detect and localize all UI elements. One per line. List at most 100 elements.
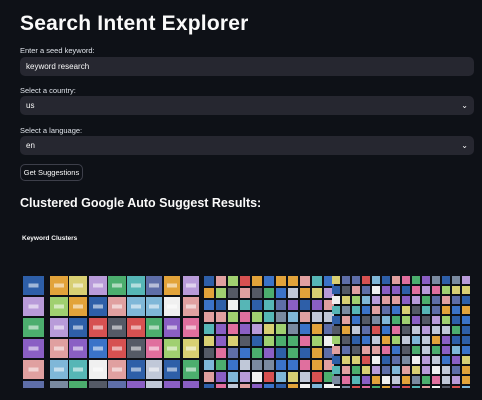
treemap-tile[interactable]	[228, 288, 238, 298]
treemap-tile[interactable]	[228, 300, 238, 310]
treemap-tile[interactable]	[264, 336, 274, 346]
treemap-tile[interactable]	[332, 386, 340, 388]
treemap-tile[interactable]	[300, 336, 310, 346]
treemap-tile[interactable]	[264, 372, 274, 382]
treemap-tile[interactable]	[204, 360, 214, 370]
treemap-tile[interactable]	[352, 376, 360, 384]
treemap-tile[interactable]	[228, 360, 238, 370]
treemap-tile[interactable]	[432, 366, 440, 374]
treemap-tile[interactable]	[352, 296, 360, 304]
treemap-tile[interactable]	[362, 366, 370, 374]
treemap-tile[interactable]	[352, 306, 360, 314]
treemap-tile[interactable]	[276, 336, 286, 346]
treemap-tile[interactable]	[402, 366, 410, 374]
treemap-tile[interactable]	[422, 376, 430, 384]
treemap-tile[interactable]	[362, 356, 370, 364]
treemap-tile[interactable]	[288, 336, 298, 346]
treemap-tile[interactable]	[204, 384, 214, 388]
treemap-tile[interactable]	[412, 386, 420, 388]
treemap-tile[interactable]	[216, 372, 226, 382]
treemap-tile[interactable]	[392, 326, 400, 334]
treemap-tile[interactable]	[392, 356, 400, 364]
treemap-tile[interactable]	[402, 316, 410, 324]
treemap-tile[interactable]	[442, 336, 450, 344]
country-select[interactable]: us ⌄	[20, 96, 474, 115]
treemap-tile[interactable]	[452, 296, 460, 304]
treemap-tile[interactable]	[452, 346, 460, 354]
treemap-tile[interactable]	[252, 336, 262, 346]
treemap-tile[interactable]	[352, 356, 360, 364]
treemap-tile[interactable]	[462, 346, 470, 354]
treemap-tile[interactable]	[402, 376, 410, 384]
treemap-tile[interactable]	[240, 348, 250, 358]
treemap-tile[interactable]	[342, 326, 350, 334]
treemap-tile[interactable]	[362, 306, 370, 314]
treemap-tile[interactable]	[352, 316, 360, 324]
treemap-tile[interactable]	[362, 346, 370, 354]
treemap-tile[interactable]	[312, 324, 322, 334]
treemap-tile[interactable]	[452, 336, 460, 344]
treemap-tile[interactable]	[288, 384, 298, 388]
treemap-tile[interactable]	[204, 336, 214, 346]
treemap-tile[interactable]	[332, 336, 340, 344]
language-select[interactable]: en ⌄	[20, 136, 474, 155]
treemap-tile[interactable]	[240, 384, 250, 388]
treemap-tile[interactable]	[412, 316, 420, 324]
get-suggestions-button[interactable]: Get Suggestions	[20, 164, 83, 181]
treemap-tile[interactable]	[382, 316, 390, 324]
treemap-tile[interactable]	[412, 326, 420, 334]
treemap-tile[interactable]	[392, 366, 400, 374]
treemap-tile[interactable]	[312, 312, 322, 322]
treemap-tile[interactable]	[216, 300, 226, 310]
treemap-tile[interactable]	[264, 360, 274, 370]
treemap-tile[interactable]	[342, 336, 350, 344]
treemap-tile[interactable]	[300, 372, 310, 382]
treemap-tile[interactable]	[276, 288, 286, 298]
treemap-tile[interactable]	[204, 348, 214, 358]
treemap-tile[interactable]	[422, 346, 430, 354]
treemap-tile[interactable]	[382, 346, 390, 354]
treemap-tile[interactable]	[442, 306, 450, 314]
treemap-tile[interactable]	[69, 381, 87, 388]
treemap-tile[interactable]	[422, 386, 430, 388]
treemap-tile[interactable]	[402, 276, 410, 284]
treemap-tile[interactable]	[362, 286, 370, 294]
treemap-tile[interactable]	[300, 276, 310, 286]
treemap-tile[interactable]	[216, 384, 226, 388]
treemap-tile[interactable]	[432, 356, 440, 364]
treemap-tile[interactable]	[288, 276, 298, 286]
treemap-tile[interactable]	[392, 346, 400, 354]
treemap-tile[interactable]	[264, 312, 274, 322]
treemap-tile[interactable]	[240, 324, 250, 334]
treemap-tile[interactable]	[204, 372, 214, 382]
treemap-tile[interactable]	[288, 300, 298, 310]
treemap-tile[interactable]	[252, 300, 262, 310]
treemap-tile[interactable]	[312, 372, 322, 382]
treemap-tile[interactable]	[462, 286, 470, 294]
treemap-tile[interactable]	[240, 300, 250, 310]
treemap-tile[interactable]	[452, 376, 460, 384]
treemap-tile[interactable]	[362, 376, 370, 384]
treemap-tile[interactable]	[412, 286, 420, 294]
treemap-tile[interactable]	[452, 326, 460, 334]
treemap-tile[interactable]	[216, 312, 226, 322]
treemap-tile[interactable]	[332, 286, 340, 294]
treemap-tile[interactable]	[402, 336, 410, 344]
treemap-tile[interactable]	[276, 360, 286, 370]
treemap-tile[interactable]	[288, 348, 298, 358]
treemap-tile[interactable]	[240, 372, 250, 382]
treemap-tile[interactable]	[422, 366, 430, 374]
treemap-tile[interactable]	[392, 386, 400, 388]
treemap-tile[interactable]	[372, 286, 380, 294]
treemap-tile[interactable]	[462, 366, 470, 374]
treemap-tile[interactable]	[300, 384, 310, 388]
treemap-tile[interactable]	[240, 336, 250, 346]
treemap-tile[interactable]	[382, 286, 390, 294]
treemap-tile[interactable]	[300, 360, 310, 370]
treemap-tile[interactable]	[442, 276, 450, 284]
treemap-tile[interactable]	[382, 306, 390, 314]
treemap-tile[interactable]	[422, 286, 430, 294]
treemap-tile[interactable]	[382, 386, 390, 388]
treemap-tile[interactable]	[332, 316, 340, 324]
treemap-tile[interactable]	[276, 312, 286, 322]
